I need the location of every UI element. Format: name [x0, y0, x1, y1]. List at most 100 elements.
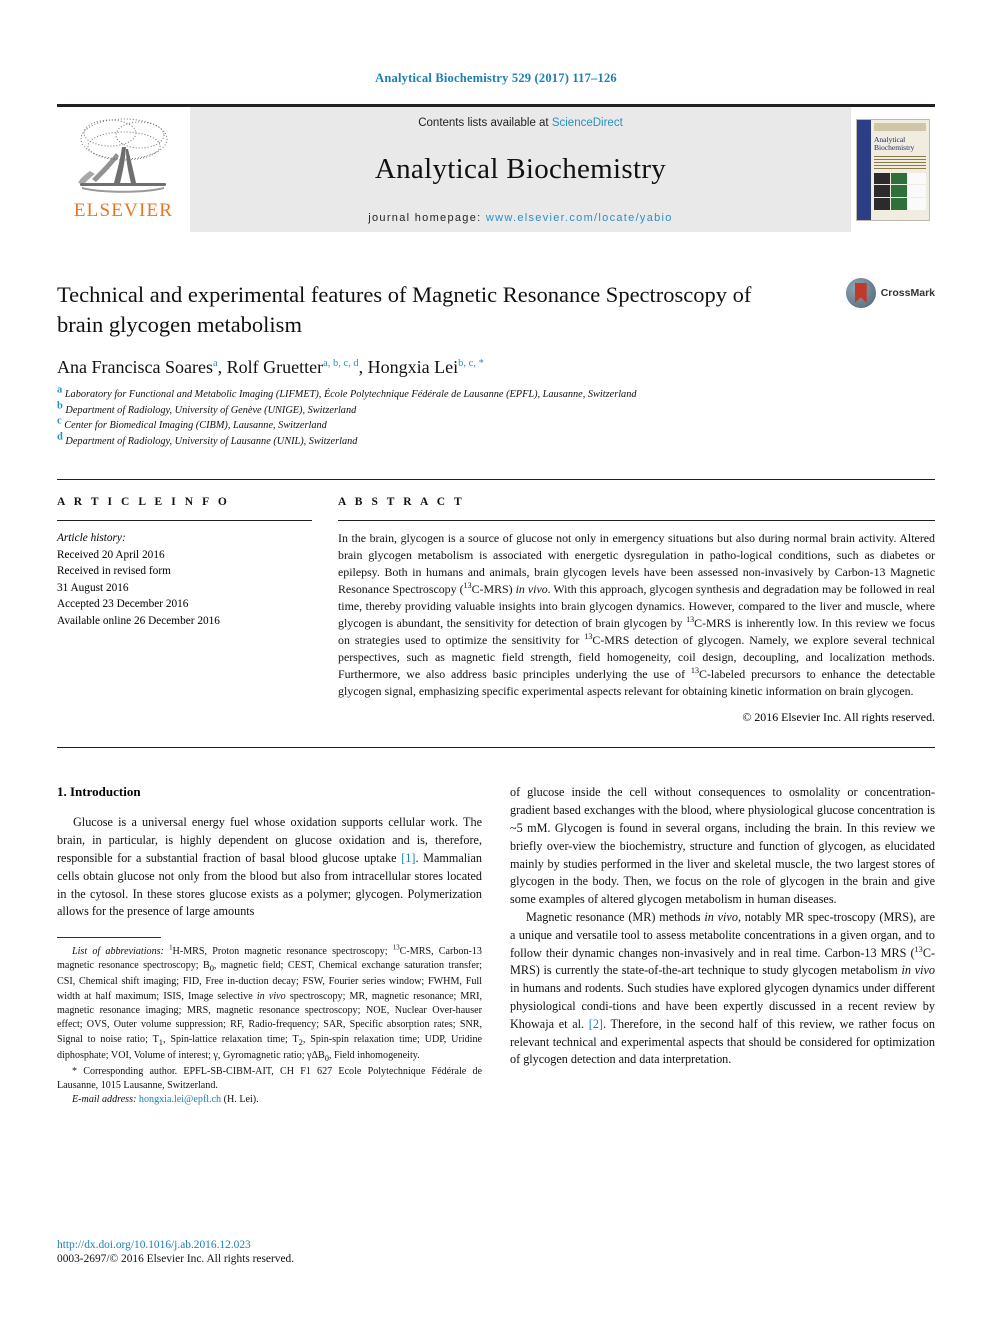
affiliation-item: a Laboratory for Functional and Metaboli…: [57, 384, 935, 402]
abbrev-part: H-MRS, Proton magnetic resonance spectro…: [172, 946, 393, 958]
cover-cell: [908, 197, 926, 210]
email-label: E-mail address:: [72, 1094, 137, 1106]
article-history-item: Available online 26 December 2016: [57, 614, 220, 627]
info-abstract-section: A R T I C L E I N F O Article history: R…: [57, 479, 935, 725]
abbrev-label: List of abbreviations:: [72, 946, 164, 958]
affiliation-item: d Department of Radiology, University of…: [57, 431, 935, 449]
issn-prefix: 0003-2697/: [57, 1253, 110, 1265]
cover-cell: [908, 185, 926, 197]
body-right-column: of glucose inside the cell without conse…: [510, 784, 935, 1107]
homepage-prefix: journal homepage:: [368, 212, 486, 224]
author-sep: ,: [358, 357, 368, 378]
cover-cell: [891, 197, 908, 210]
body-columns: 1. Introduction Glucose is a universal e…: [57, 784, 935, 1107]
affiliation-text: Department of Radiology, University of G…: [65, 404, 357, 416]
affiliation-text: Department of Radiology, University of L…: [65, 435, 358, 447]
citation-link[interactable]: [1]: [401, 851, 415, 865]
paragraph: Glucose is a universal energy fuel whose…: [57, 814, 482, 921]
cover-cell: [891, 185, 908, 197]
page-title: Technical and experimental features of M…: [57, 282, 752, 337]
journal-homepage-line: journal homepage: www.elsevier.com/locat…: [368, 212, 672, 224]
running-head: Analytical Biochemistry 529 (2017) 117–1…: [375, 71, 617, 85]
cover-subtext-lines: [874, 155, 926, 170]
email-note: E-mail address: hongxia.lei@epfl.ch (H. …: [57, 1093, 482, 1107]
elsevier-logo: ELSEVIER: [57, 107, 190, 232]
cover-image: Analytical Biochemistry: [856, 118, 930, 221]
abbrev-part: , Field inhomogeneity.: [328, 1049, 420, 1061]
email-suffix: (H. Lei).: [221, 1094, 259, 1106]
paragraph-part: Magnetic resonance (MR) methods: [526, 909, 705, 924]
citation-link[interactable]: [2]: [589, 1017, 603, 1031]
issn-copyright-line: 0003-2697/© 2016 Elsevier Inc. All right…: [57, 1253, 294, 1265]
author-sep: ,: [217, 357, 227, 378]
cover-cell: [874, 197, 891, 210]
in-vivo-italic: in vivo: [901, 963, 935, 978]
corresponding-author-note: * Corresponding author. EPFL-SB-CIBM-AIT…: [57, 1065, 482, 1094]
article-history-item: 31 August 2016: [57, 581, 129, 594]
crossmark-label: CrossMark: [880, 287, 935, 299]
affiliation-text: Laboratory for Functional and Metabolic …: [64, 389, 637, 401]
abbrev-part: , Spin-lattice relaxation time; T: [162, 1033, 299, 1045]
abstract-part: C-MRS): [471, 582, 516, 597]
footer-block: http://dx.doi.org/10.1016/j.ab.2016.12.0…: [57, 1239, 294, 1265]
author-name: Ana Francisca Soares: [57, 357, 213, 378]
affiliation-list: a Laboratory for Functional and Metaboli…: [57, 384, 935, 449]
issn-copyright: © 2016 Elsevier Inc. All rights reserved…: [109, 1253, 295, 1265]
isotope-sup: 13: [463, 581, 472, 591]
cover-title-line2: Biochemistry: [874, 143, 915, 153]
affiliation-mark: d: [57, 431, 63, 443]
homepage-url-link[interactable]: www.elsevier.com/locate/yabio: [486, 212, 673, 224]
article-info-column: A R T I C L E I N F O Article history: R…: [57, 496, 312, 725]
author-name: Rolf Gruetter: [226, 357, 324, 378]
in-vivo-italic: in vivo: [256, 990, 286, 1002]
author-list: Ana Francisca Soaresa, Rolf Gruettera, b…: [57, 357, 935, 378]
affiliation-mark: b: [57, 400, 63, 412]
in-vivo-italic: in vivo: [704, 909, 738, 924]
divider: [57, 747, 935, 749]
isotope-sup: 13: [686, 615, 695, 625]
title-block: CrossMark Technical and experimental fea…: [57, 278, 935, 449]
article-page: Analytical Biochemistry 529 (2017) 117–1…: [0, 0, 992, 1323]
abstract-heading: A B S T R A C T: [338, 496, 465, 509]
contents-line: Contents lists available at ScienceDirec…: [418, 117, 623, 129]
abstract-column: A B S T R A C T In the brain, glycogen i…: [338, 496, 935, 725]
article-history-label: Article history:: [57, 532, 126, 545]
cover-spine: [857, 119, 871, 220]
cover-cell: [891, 172, 908, 185]
crossmark-badge[interactable]: CrossMark: [845, 278, 935, 308]
corresponding-text: Corresponding author. EPFL-SB-CIBM-AIT, …: [57, 1065, 482, 1092]
cover-cell: [908, 172, 926, 185]
elsevier-wordmark: ELSEVIER: [73, 200, 174, 221]
affiliation-mark: c: [57, 415, 62, 427]
affiliation-text: Center for Biomedical Imaging (CIBM), La…: [64, 420, 327, 432]
section-heading-introduction: 1. Introduction: [57, 784, 141, 800]
affiliation-item: b Department of Radiology, University of…: [57, 400, 935, 418]
cover-cell: [874, 172, 891, 185]
abstract-body: In the brain, glycogen is a source of gl…: [338, 530, 935, 700]
affiliation-mark: a: [57, 384, 63, 396]
elsevier-tree-icon: [77, 118, 167, 193]
author-affil-marks: b, c, *: [458, 358, 484, 370]
sciencedirect-link[interactable]: ScienceDirect: [552, 117, 623, 129]
article-history-item: Received 20 April 2016: [57, 548, 165, 561]
author-name: Hongxia Lei: [367, 357, 459, 378]
article-history-item: Accepted 23 December 2016: [57, 598, 189, 611]
affiliation-item: c Center for Biomedical Imaging (CIBM), …: [57, 415, 935, 433]
cover-figure-grid: [874, 172, 926, 210]
author-affil-marks: a, b, c, d: [323, 358, 359, 370]
article-history-item: Received in revised form: [57, 565, 171, 578]
isotope-sup: 13: [690, 666, 699, 676]
in-vivo-italic: in vivo: [515, 582, 548, 597]
footnote-block: List of abbreviations: 1H-MRS, Proton ma…: [57, 945, 482, 1108]
cover-title: Analytical Biochemistry: [874, 135, 927, 153]
cover-topbar: [874, 122, 926, 131]
paragraph: Magnetic resonance (MR) methods in vivo,…: [510, 909, 935, 1069]
body-left-column: 1. Introduction Glucose is a universal e…: [57, 784, 482, 1107]
contents-prefix: Contents lists available at: [418, 117, 552, 129]
abbreviations-footnote: List of abbreviations: 1H-MRS, Proton ma…: [57, 945, 482, 1065]
isotope-sup: 13: [914, 944, 923, 954]
doi-link[interactable]: http://dx.doi.org/10.1016/j.ab.2016.12.0…: [57, 1239, 294, 1251]
paragraph: of glucose inside the cell without conse…: [510, 785, 935, 907]
email-link[interactable]: hongxia.lei@epfl.ch: [139, 1094, 221, 1105]
journal-cover-thumbnail: Analytical Biochemistry: [851, 107, 935, 232]
